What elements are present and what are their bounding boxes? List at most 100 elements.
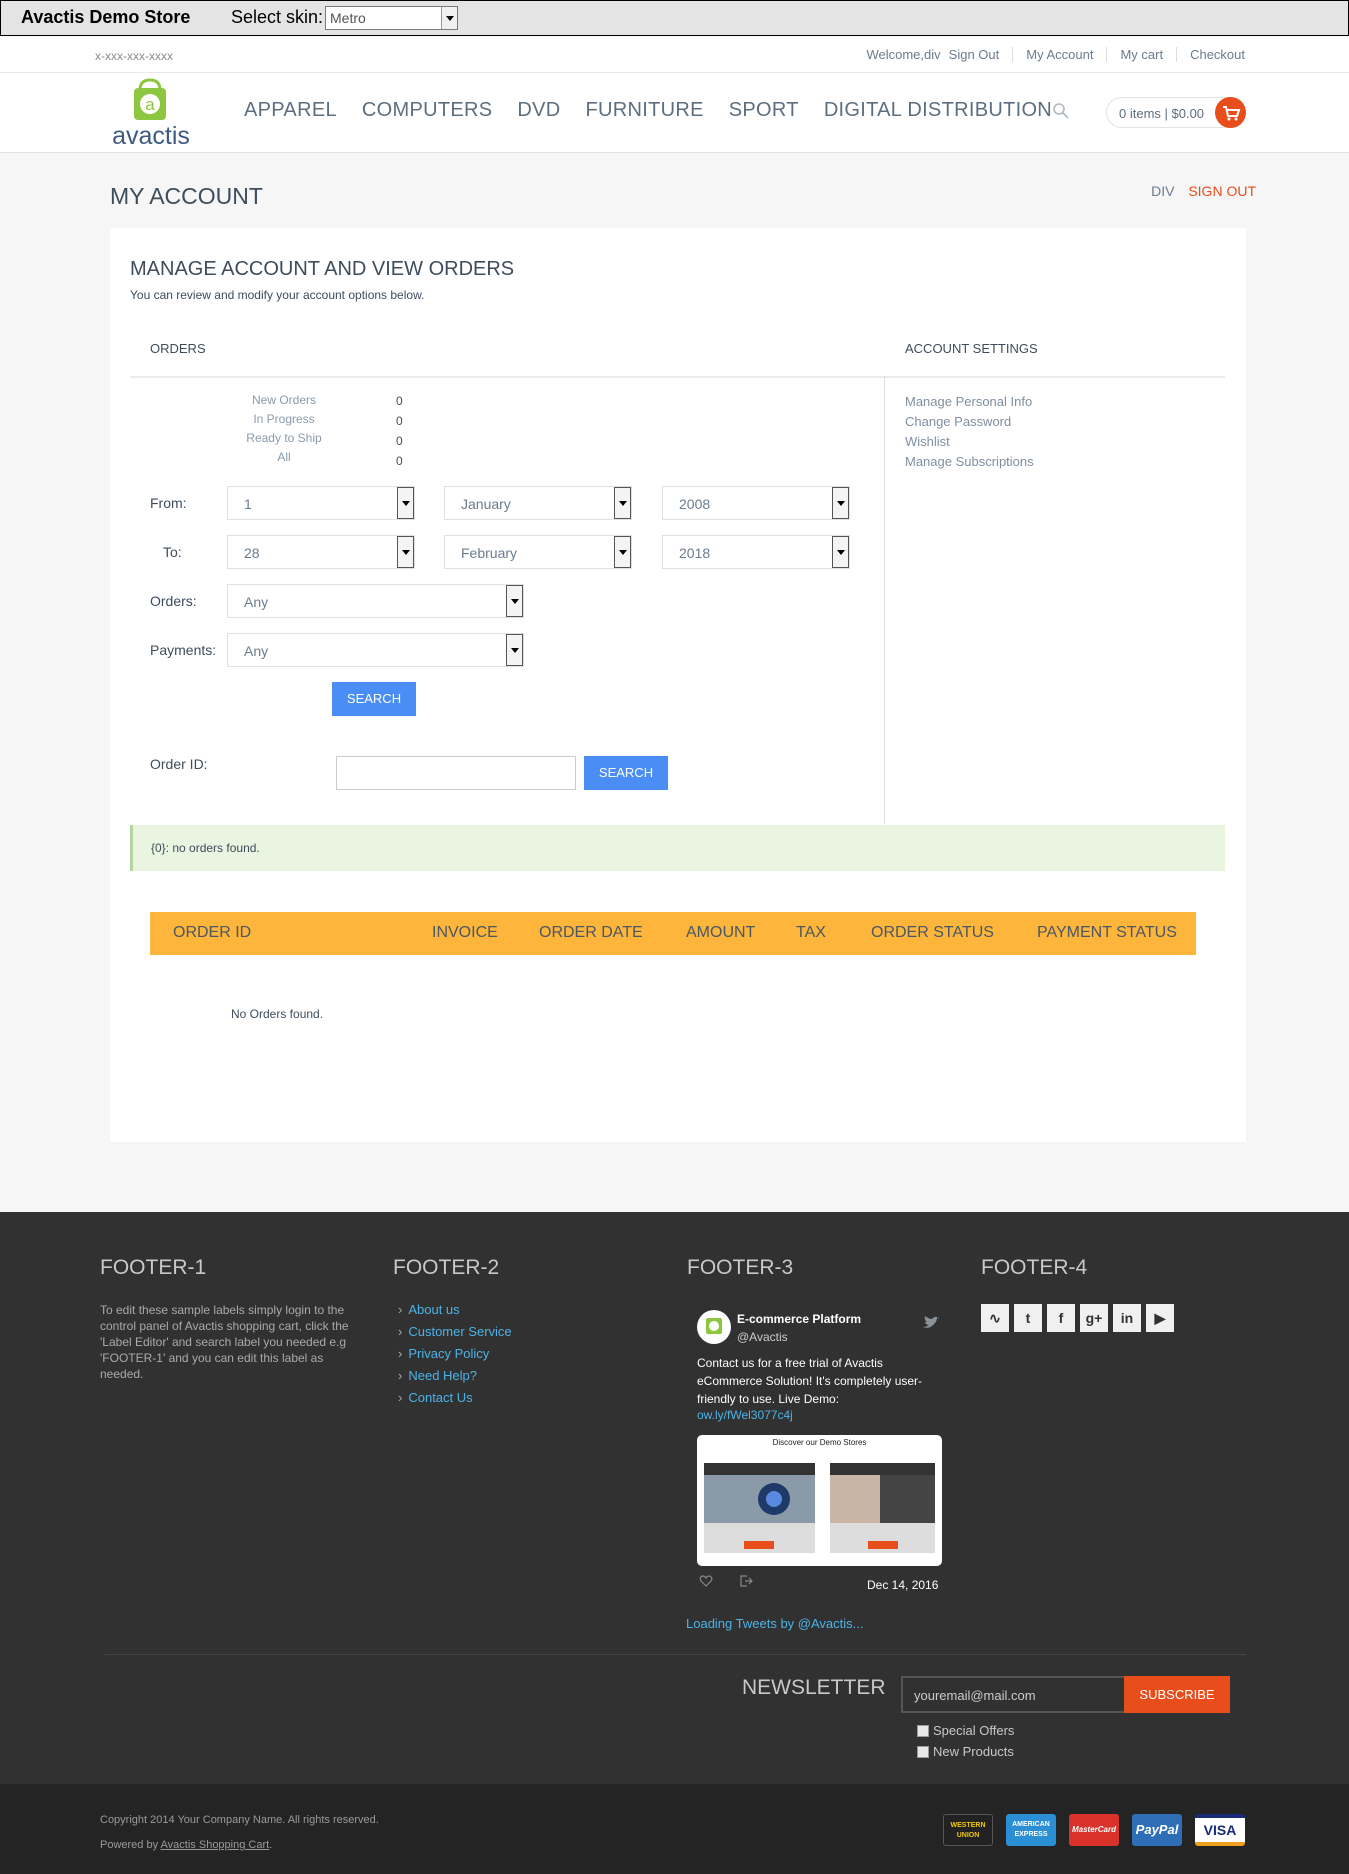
count-label-in-progress[interactable]: In Progress	[230, 412, 338, 426]
tweet-date[interactable]: Dec 14, 2016	[867, 1578, 938, 1592]
my-cart-link[interactable]: My cart	[1106, 47, 1176, 62]
footer-link-help[interactable]: Need Help?	[398, 1368, 512, 1390]
main-header: a avactis APPAREL COMPUTERS DVD FURNITUR…	[0, 73, 1349, 153]
loading-tweets-link[interactable]: Loading Tweets by @Avactis...	[686, 1616, 863, 1631]
checkbox-new-products[interactable]	[917, 1746, 929, 1758]
col-payment-status: PAYMENT STATUS	[1037, 924, 1177, 941]
payments-status-value: Any	[244, 643, 269, 659]
top-links: Welcome,div Sign Out My Account My cart …	[853, 47, 1245, 62]
checkbox-special-offers[interactable]	[917, 1725, 929, 1737]
section-divider	[130, 376, 1225, 378]
orders-status-select[interactable]: Any	[227, 584, 524, 618]
to-day-select[interactable]: 28	[227, 535, 415, 569]
heart-icon[interactable]	[699, 1574, 713, 1588]
nav-item-apparel[interactable]: APPAREL	[244, 99, 337, 122]
nav-item-sport[interactable]: SPORT	[729, 99, 799, 122]
svg-text:a: a	[145, 95, 155, 114]
search-button[interactable]: SEARCH	[332, 682, 416, 716]
count-value-all: 0	[396, 454, 403, 468]
nav-item-furniture[interactable]: FURNITURE	[586, 99, 704, 122]
search-icon[interactable]	[1052, 102, 1070, 120]
western-union-icon: WESTERN UNION	[943, 1814, 993, 1846]
count-value-in-progress: 0	[396, 414, 403, 428]
settings-link-change-password[interactable]: Change Password	[905, 414, 1011, 429]
sign-out-link[interactable]: Sign Out	[945, 47, 1013, 62]
cart-icon[interactable]	[1215, 97, 1246, 128]
count-label-new[interactable]: New Orders	[230, 393, 338, 407]
tweet-media-card[interactable]: Discover our Demo Stores	[697, 1435, 942, 1566]
tweet-link[interactable]: ow.ly/fWel3077c4j	[697, 1408, 793, 1422]
col-order-date: ORDER DATE	[539, 924, 643, 941]
powered-link[interactable]: Avactis Shopping Cart	[161, 1839, 270, 1851]
tweet-author-name[interactable]: E-commerce Platform	[737, 1312, 861, 1326]
order-id-search-button[interactable]: SEARCH	[584, 756, 668, 790]
no-orders-text: No Orders found.	[231, 1007, 324, 1021]
demo-store-thumb-1	[704, 1463, 815, 1553]
visa-icon: VISA	[1195, 1814, 1245, 1846]
twitter-icon[interactable]: t	[1014, 1304, 1042, 1332]
from-year-select[interactable]: 2008	[662, 486, 850, 520]
from-month-select[interactable]: January	[444, 486, 632, 520]
to-label: To:	[163, 544, 182, 560]
order-id-input[interactable]	[336, 756, 576, 790]
col-tax: TAX	[796, 924, 826, 941]
settings-link-subscriptions[interactable]: Manage Subscriptions	[905, 454, 1034, 469]
nav-item-dvd[interactable]: DVD	[517, 99, 560, 122]
from-label: From:	[150, 495, 187, 511]
avactis-logo[interactable]: a avactis	[105, 76, 197, 150]
footer-link-customer-service[interactable]: Customer Service	[398, 1324, 511, 1346]
to-month-select[interactable]: February	[444, 535, 632, 569]
youtube-icon[interactable]: ▶	[1146, 1304, 1174, 1332]
newsletter-option-new-products[interactable]: New Products	[917, 1744, 1014, 1759]
linkedin-icon[interactable]: in	[1113, 1304, 1141, 1332]
footer-link-about[interactable]: About us	[398, 1302, 512, 1324]
to-month-value: February	[461, 545, 518, 561]
bottom-bar: Copyright 2014 Your Company Name. All ri…	[0, 1784, 1349, 1874]
chevron-down-icon	[832, 487, 849, 519]
newsletter-option-special-offers[interactable]: Special Offers	[917, 1723, 1014, 1738]
count-label-all[interactable]: All	[230, 450, 338, 464]
twitter-bird-icon[interactable]	[922, 1316, 940, 1330]
from-day-select[interactable]: 1	[227, 486, 415, 520]
facebook-icon[interactable]: f	[1047, 1304, 1075, 1332]
order-id-label: Order ID:	[150, 756, 208, 772]
share-icon[interactable]	[739, 1574, 753, 1588]
nav-item-digital-distribution[interactable]: DIGITAL DISTRIBUTION	[824, 99, 1052, 122]
skin-select[interactable]: Metro	[325, 6, 458, 30]
subscribe-button[interactable]: SUBSCRIBE	[1124, 1676, 1230, 1713]
chevron-down-icon	[614, 487, 631, 519]
footer-link-privacy[interactable]: Privacy Policy	[398, 1346, 512, 1368]
settings-section-label: ACCOUNT SETTINGS	[905, 341, 1038, 356]
tweet-body: Contact us for a free trial of Avactis e…	[697, 1356, 923, 1406]
footer-divider	[105, 1654, 1246, 1655]
cart-summary: 0 items | $0.00	[1119, 106, 1205, 121]
my-account-link[interactable]: My Account	[1012, 47, 1106, 62]
newsletter-email-input[interactable]: youremail@mail.com	[901, 1676, 1131, 1713]
settings-link-personal-info[interactable]: Manage Personal Info	[905, 394, 1032, 409]
settings-link-wishlist[interactable]: Wishlist	[905, 434, 950, 449]
count-label-ready[interactable]: Ready to Ship	[225, 431, 343, 445]
col-order-status: ORDER STATUS	[871, 924, 994, 941]
to-year-select[interactable]: 2018	[662, 535, 850, 569]
payments-status-select[interactable]: Any	[227, 633, 524, 667]
tweet-avatar[interactable]	[697, 1310, 731, 1344]
welcome-text: Welcome,div	[866, 47, 941, 62]
col-invoice: INVOICE	[432, 924, 498, 941]
orders-status-value: Any	[244, 594, 269, 610]
nav-item-computers[interactable]: COMPUTERS	[362, 99, 492, 122]
checkout-link[interactable]: Checkout	[1176, 47, 1245, 62]
skin-select-value: Metro	[330, 10, 366, 26]
orders-table-header: ORDER ID INVOICE ORDER DATE AMOUNT TAX O…	[150, 912, 1196, 955]
tweet-author-handle[interactable]: @Avactis	[737, 1330, 788, 1344]
to-day-value: 28	[244, 545, 260, 561]
orders-filter-label: Orders:	[150, 593, 197, 609]
powered-prefix: Powered by	[100, 1839, 161, 1851]
footer: FOOTER-1 FOOTER-2 FOOTER-3 FOOTER-4 To e…	[0, 1212, 1349, 1784]
rss-icon[interactable]: ∿	[981, 1304, 1009, 1332]
footer-link-contact[interactable]: Contact Us	[398, 1390, 512, 1412]
cart-widget[interactable]: 0 items | $0.00	[1106, 97, 1246, 128]
google-plus-icon[interactable]: g+	[1080, 1304, 1108, 1332]
account-panel: MANAGE ACCOUNT AND VIEW ORDERS You can r…	[110, 228, 1246, 1142]
sign-out-link-main[interactable]: SIGN OUT	[1188, 183, 1256, 199]
count-value-new: 0	[396, 394, 403, 408]
